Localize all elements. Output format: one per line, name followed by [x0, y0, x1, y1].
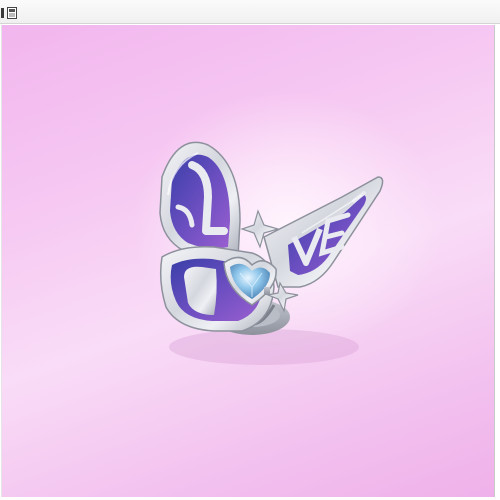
- window-edge: [495, 25, 500, 497]
- upper-left-wing: [159, 141, 241, 259]
- toolbar: [0, 0, 500, 24]
- panel-icon: [7, 7, 17, 19]
- shadow: [169, 329, 359, 365]
- right-wing: [263, 176, 384, 288]
- bar-icon: [1, 8, 4, 18]
- render-viewport[interactable]: [1, 25, 495, 497]
- toolbar-button[interactable]: [7, 7, 17, 19]
- toolbar-button[interactable]: [0, 7, 5, 19]
- butterfly-ring-render: [159, 141, 384, 365]
